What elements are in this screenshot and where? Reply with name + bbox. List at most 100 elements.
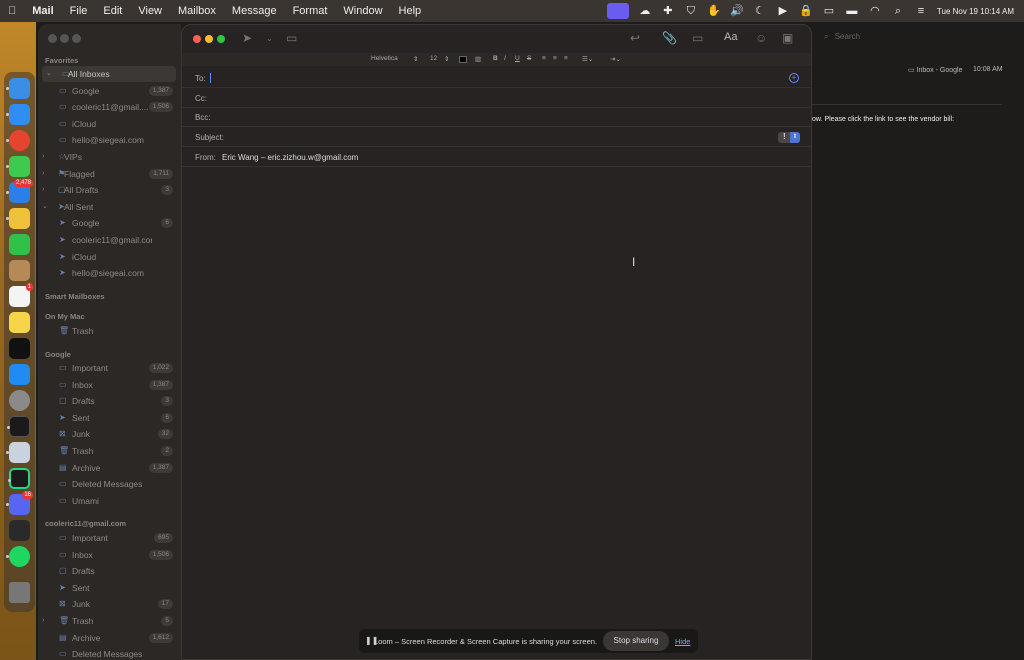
menu-message[interactable]: Message [224, 5, 285, 17]
message-body-editor[interactable] [182, 168, 811, 659]
menu-file[interactable]: File [62, 5, 96, 17]
finder-icon[interactable] [6, 78, 30, 99]
messages-icon[interactable] [6, 156, 30, 177]
zoom-button[interactable] [217, 35, 225, 43]
google-header[interactable]: Google [45, 350, 71, 359]
sidebar-item[interactable]: ➤ hello@siegeai.com [38, 265, 181, 281]
menu-format[interactable]: Format [285, 5, 336, 17]
add-contact-icon[interactable]: + [789, 73, 799, 83]
header-fields-icon[interactable]: ▭ [286, 31, 297, 45]
sidebar-item[interactable]: ▭ Umami [38, 493, 181, 509]
disclosure-chevron-icon[interactable]: › [42, 149, 44, 165]
cloud-status-icon[interactable]: ☁ [638, 5, 652, 17]
reply-icon[interactable]: ↩ [630, 31, 640, 45]
sidebar-item[interactable]: ▢ Drafts 3 [38, 393, 181, 409]
menubar-clock[interactable]: Tue Nov 19 10:14 AM [937, 7, 1014, 16]
sidebar-item[interactable]: ⌄ ▭ All Inboxes [42, 66, 176, 82]
stop-sharing-button[interactable]: Stop sharing [603, 631, 669, 651]
sidebar-item[interactable]: › ☆ VIPs [38, 149, 181, 165]
disclosure-chevron-icon[interactable]: › [42, 166, 44, 182]
on-my-mac-header[interactable]: On My Mac [45, 312, 85, 321]
format-text-icon[interactable]: Aa [724, 31, 737, 43]
cooleric-header[interactable]: cooleric11@gmail.com [45, 519, 126, 528]
notes-icon[interactable] [9, 312, 30, 333]
spotify-icon[interactable] [6, 546, 30, 567]
to-field[interactable]: To: + [182, 69, 811, 88]
priority-select[interactable]: ! ⇕ [778, 132, 800, 143]
align-center-icon[interactable]: ≡ [553, 55, 557, 62]
bold-button[interactable]: B [493, 55, 498, 62]
sidebar-item[interactable]: › 🗑 Trash 5 [38, 613, 181, 629]
chrome-icon[interactable] [6, 130, 30, 151]
sidebar-item[interactable]: 🗑 Trash [38, 323, 181, 339]
strikethrough-button[interactable]: S [527, 55, 531, 62]
volume-icon[interactable]: 🔊 [730, 5, 744, 17]
mail-icon[interactable]: 2,478 [6, 179, 33, 203]
settings-icon[interactable] [9, 390, 30, 411]
sidebar-item[interactable]: ▭ Google 1,387 [38, 83, 181, 99]
sidebar-item[interactable]: ▭ Inbox 1,387 [38, 377, 181, 393]
shield-status-icon[interactable]: ⛉ [684, 5, 698, 17]
menu-window[interactable]: Window [335, 5, 390, 17]
sidebar-item[interactable]: ▭ iCloud [38, 116, 181, 132]
screen-mirror-icon[interactable]: ▭ [822, 5, 836, 17]
apple-tv-icon[interactable] [9, 338, 30, 359]
sidebar-item[interactable]: ▭ cooleric11@gmail.... 1,506 [38, 99, 181, 115]
notes-app-icon[interactable] [9, 260, 30, 281]
hand-status-icon[interactable]: ✋ [707, 5, 721, 17]
menu-view[interactable]: View [130, 5, 170, 17]
minimize-button[interactable] [205, 35, 213, 43]
sidebar-item[interactable]: ➤ Sent 6 [38, 410, 181, 426]
menu-app-name[interactable]: Mail [24, 5, 61, 17]
format-sidebar-icon[interactable]: ▭ [692, 31, 703, 45]
text-color-swatch[interactable] [459, 56, 467, 63]
trash-icon[interactable] [9, 582, 30, 603]
moon-icon[interactable]: ☾ [753, 5, 767, 17]
cc-field[interactable]: Cc: [182, 89, 811, 108]
indent-icon[interactable]: ⇥⌄ [610, 55, 621, 63]
apple-menu-icon[interactable]:  [0, 5, 24, 17]
disclosure-chevron-icon[interactable]: › [42, 182, 44, 198]
play-status-icon[interactable]: ▶ [776, 5, 790, 17]
italic-button[interactable]: I [504, 55, 506, 62]
from-value[interactable]: Eric Wang – eric.zizhou.w@gmail.com [222, 153, 358, 162]
font-family-select[interactable]: Helvetica [371, 55, 398, 62]
smart-mailboxes-header[interactable]: Smart Mailboxes [45, 292, 105, 301]
sidebar-item[interactable]: ▭ Deleted Messages [38, 476, 181, 492]
sidebar-item[interactable]: ⊠ Junk 17 [38, 596, 181, 612]
list-icon[interactable]: ☰⌄ [582, 55, 593, 63]
bcc-field[interactable]: Bcc: [182, 108, 811, 127]
sidebar-item[interactable]: › ▢ All Drafts 3 [38, 182, 181, 198]
gift-status-icon[interactable]: ✚ [661, 5, 675, 17]
search-field[interactable]: ⌕ Search [824, 32, 1014, 45]
disclosure-chevron-icon[interactable]: ⌄ [42, 199, 48, 215]
close-button[interactable] [193, 35, 201, 43]
sidebar-item[interactable]: 🗑 Trash 2 [38, 443, 181, 459]
facetime-icon[interactable] [9, 234, 30, 255]
window-zoom-inactive[interactable] [72, 34, 81, 43]
spotlight-search-icon[interactable]: ⌕ [891, 5, 905, 17]
safari-icon[interactable] [6, 104, 30, 125]
sidebar-item[interactable]: ▭ Inbox 1,506 [38, 547, 181, 563]
align-right-icon[interactable]: ≡ [564, 55, 568, 62]
sidebar-item[interactable]: ▭ Important 695 [38, 530, 181, 546]
lock-icon[interactable]: 🔒 [799, 5, 813, 17]
from-field[interactable]: From: Eric Wang – eric.zizhou.w@gmail.co… [182, 148, 811, 167]
wifi-icon[interactable]: ◠ [868, 5, 882, 17]
window-close-inactive[interactable] [48, 34, 57, 43]
sidebar-item[interactable]: ➤ cooleric11@gmail.com [38, 232, 181, 248]
attachment-icon[interactable]: 📎 [662, 31, 677, 45]
sidebar-item[interactable]: ▤ Archive 1,612 [38, 630, 181, 646]
sidebar-item[interactable]: ➤ Google 6 [38, 215, 181, 231]
align-left-icon[interactable]: ≡ [542, 55, 546, 62]
loom-status-icon[interactable] [606, 3, 629, 19]
sidebar-item[interactable]: ▤ Archive 1,387 [38, 460, 181, 476]
menu-mailbox[interactable]: Mailbox [170, 5, 224, 17]
sidebar-item[interactable]: ▭ Important 1,022 [38, 360, 181, 376]
subject-field[interactable]: Subject: ! ⇕ [182, 128, 811, 147]
emoji-icon[interactable]: ☺ [755, 31, 767, 45]
menu-help[interactable]: Help [391, 5, 430, 17]
terminal-icon[interactable] [7, 416, 30, 437]
sidebar-item[interactable]: › ⚑ Flagged 1,711 [38, 166, 181, 182]
discord-icon[interactable]: 16 [6, 491, 33, 515]
